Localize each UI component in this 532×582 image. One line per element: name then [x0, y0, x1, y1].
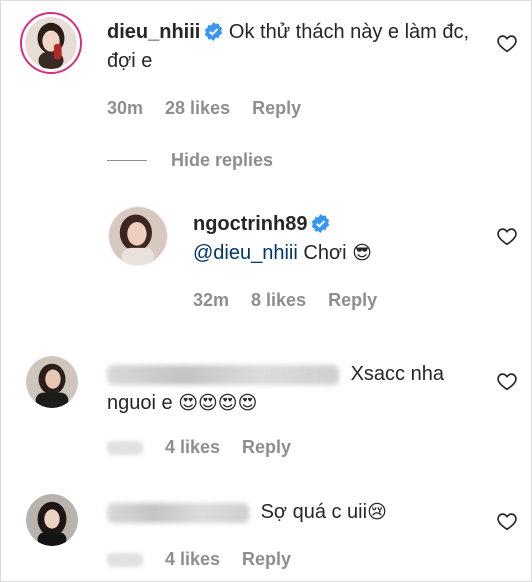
- reply-button[interactable]: Reply: [242, 437, 291, 458]
- heart-outline-icon[interactable]: [496, 32, 518, 54]
- blurred-username: [107, 364, 339, 385]
- crying-emoji: 😢: [367, 502, 387, 523]
- blurred-username: [107, 502, 249, 523]
- likes-count[interactable]: 4 likes: [165, 549, 220, 570]
- comment-username[interactable]: dieu_nhiii: [107, 21, 200, 43]
- avatar-photo: [25, 17, 77, 69]
- avatar[interactable]: [26, 356, 78, 408]
- reply-button[interactable]: Reply: [328, 290, 377, 311]
- heart-outline-icon[interactable]: [496, 510, 518, 532]
- blurred-time: [107, 440, 143, 455]
- heart-eyes-emoji: 😍😍😍😍: [178, 393, 258, 414]
- heart-outline-icon[interactable]: [496, 225, 518, 247]
- hide-replies-toggle[interactable]: Hide replies: [107, 150, 273, 171]
- verified-badge-icon: [205, 22, 223, 41]
- blurred-time: [107, 552, 143, 567]
- likes-count[interactable]: 28 likes: [165, 98, 230, 119]
- comment-time[interactable]: 30m: [107, 98, 143, 119]
- divider: [107, 160, 147, 161]
- hide-replies-label[interactable]: Hide replies: [171, 150, 273, 171]
- verified-badge-icon: [312, 214, 330, 233]
- mention-link[interactable]: @dieu_nhiii: [193, 242, 298, 264]
- avatar-photo: [26, 356, 78, 408]
- comment-time[interactable]: 32m: [193, 290, 229, 311]
- avatar-photo: [26, 494, 78, 546]
- avatar-photo: [109, 207, 167, 265]
- comment-username[interactable]: ngoctrinh89: [193, 213, 307, 235]
- comment-text: Xsacc nha: [350, 363, 444, 385]
- avatar[interactable]: [26, 494, 78, 546]
- comment-text-line2: nguoi e: [107, 392, 173, 414]
- sunglasses-emoji: 😎: [352, 243, 372, 264]
- likes-count[interactable]: 4 likes: [165, 437, 220, 458]
- comment-text: Chơi: [303, 242, 347, 264]
- avatar[interactable]: [108, 206, 168, 266]
- avatar[interactable]: [20, 12, 82, 74]
- reply-button[interactable]: Reply: [242, 549, 291, 570]
- heart-outline-icon[interactable]: [496, 370, 518, 392]
- comment-text: Sợ quá c uii: [260, 501, 368, 523]
- reply-button[interactable]: Reply: [252, 98, 301, 119]
- likes-count[interactable]: 8 likes: [251, 290, 306, 311]
